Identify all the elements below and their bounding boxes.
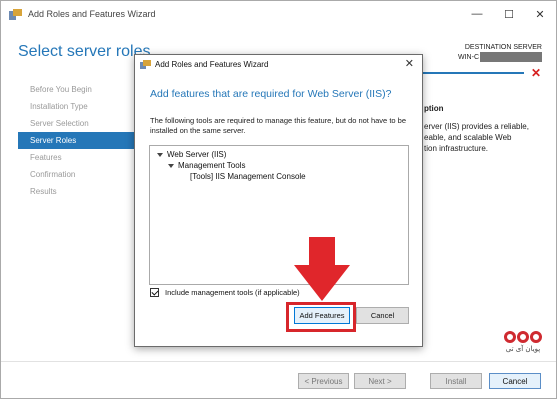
dialog-heading: Add features that are required for Web S… [150, 88, 392, 100]
close-button[interactable]: ✕ [525, 1, 555, 27]
previous-button[interactable]: < Previous [298, 373, 349, 389]
nav-item-features[interactable]: Features [18, 149, 135, 166]
footer-separator [1, 361, 556, 362]
description-heading: ption [424, 104, 444, 113]
maximize-button[interactable]: ☐ [494, 1, 524, 27]
dialog-cancel-button[interactable]: Cancel [356, 307, 409, 324]
required-features-tree[interactable]: Web Server (IIS) Management Tools [Tools] … [149, 145, 409, 285]
nav-item-before-you-begin[interactable]: Before You Begin [18, 81, 135, 98]
add-features-dialog: Add Roles and Features Wizard ✕ Add feat… [134, 54, 423, 347]
minimize-button[interactable]: — [462, 1, 492, 27]
description-line: tion infrastructure. [424, 144, 489, 153]
nav-item-installation-type[interactable]: Installation Type [18, 98, 135, 115]
dialog-close-icon[interactable]: ✕ [405, 57, 414, 70]
nav-item-server-roles[interactable]: Server Roles [18, 132, 135, 149]
tree-item[interactable]: Web Server (IIS) [157, 150, 226, 159]
add-features-highlight [286, 302, 356, 332]
description-line: erver (IIS) provides a reliable, [424, 122, 529, 131]
tree-item[interactable]: [Tools] IIS Management Console [190, 172, 306, 181]
tree-item-label: Management Tools [178, 161, 246, 170]
destination-server-name: WIN-C [458, 53, 479, 61]
destination-server: DESTINATION SERVER WIN-C [458, 43, 542, 62]
red-arrow-down-icon [294, 237, 350, 301]
tree-item-label: Web Server (IIS) [167, 150, 227, 159]
tree-item[interactable]: Management Tools [168, 161, 245, 170]
destination-label: DESTINATION SERVER [464, 44, 542, 51]
destination-server-row: WIN-C [458, 52, 542, 62]
include-tools-checkbox[interactable] [150, 288, 159, 297]
dialog-titlebar: Add Roles and Features Wizard ✕ [135, 55, 422, 73]
header-accent-line [421, 72, 524, 74]
description-text: erver (IIS) provides a reliable, eable, … [424, 121, 549, 154]
tree-item-label: [Tools] IIS Management Console [190, 172, 306, 181]
cancel-button[interactable]: Cancel [489, 373, 541, 389]
description-line: eable, and scalable Web [424, 133, 512, 142]
nav-item-results[interactable]: Results [18, 183, 135, 200]
window-title: Add Roles and Features Wizard [28, 9, 156, 19]
wizard-nav: Before You Begin Installation Type Server … [18, 81, 135, 200]
include-tools-label[interactable]: Include management tools (if applicable) [165, 288, 300, 297]
install-button[interactable]: Install [430, 373, 482, 389]
server-manager-icon [140, 59, 151, 69]
expand-triangle-icon[interactable] [168, 163, 174, 168]
expand-triangle-icon[interactable] [157, 152, 163, 157]
nav-item-confirmation[interactable]: Confirmation [18, 166, 135, 183]
nav-item-server-selection[interactable]: Server Selection [18, 115, 135, 132]
server-manager-icon [9, 8, 22, 20]
error-x-icon: ✕ [531, 66, 542, 80]
next-button[interactable]: Next > [354, 373, 406, 389]
redacted-block [480, 52, 542, 62]
dialog-title: Add Roles and Features Wizard [155, 59, 269, 69]
include-tools-row[interactable]: Include management tools (if applicable) [150, 288, 300, 297]
watermark-logo: پویان آی تی [498, 331, 548, 361]
dialog-description: The following tools are required to mana… [150, 116, 406, 135]
page-title: Select server roles [18, 43, 151, 60]
watermark-text: پویان آی تی [505, 345, 541, 353]
